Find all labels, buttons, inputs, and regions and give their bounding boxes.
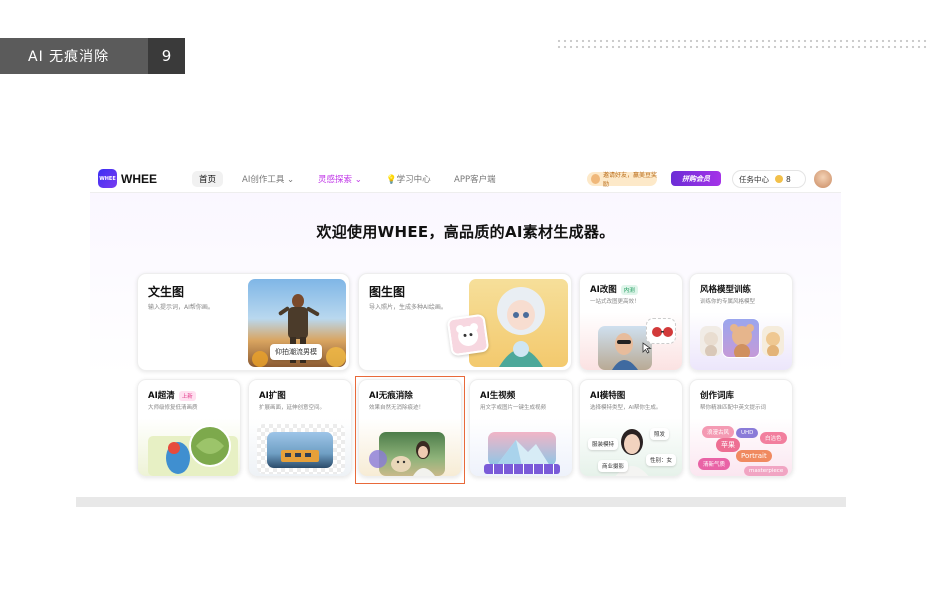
card-desc: 一站式改图更高效！ (590, 299, 640, 305)
bear-art (448, 315, 488, 355)
user-avatar[interactable] (814, 170, 832, 188)
nav-ai-tools[interactable]: AI创作工具 ⌄ (242, 165, 294, 193)
new-badge: 上新 (178, 390, 196, 401)
prompt-chip[interactable]: Portrait (736, 450, 772, 462)
slide-section-title: AI 无痕消除 (0, 38, 148, 74)
beta-badge: 内测 (620, 284, 638, 295)
task-center-button[interactable]: 任务中心 8 (732, 170, 806, 188)
card-ai-edit[interactable]: AI改图 内测 一站式改图更高效！ (579, 273, 683, 371)
card-image-to-image[interactable]: 图生图 导入照片，生成多种AI绘画。 (358, 273, 572, 371)
toy-bear-art (730, 324, 754, 357)
parrot-upscale-art (148, 425, 238, 476)
prompt-chip[interactable]: 白洁色 (760, 432, 787, 444)
nav-inspiration[interactable]: 灵感探索 ⌄ (318, 165, 362, 193)
nav-home[interactable]: 首页 (192, 171, 224, 187)
card-desc: 大师级修复低清画质 (148, 405, 198, 411)
invite-banner[interactable]: 邀请好友，赢美豆奖励 (587, 172, 658, 188)
card-ai-video[interactable]: AI生视频 用文字或图片一键生成视频 (469, 379, 573, 477)
cursor-icon (642, 342, 652, 354)
selected-card-highlight (355, 376, 465, 484)
card-title: AI超清 上新 (148, 389, 196, 401)
nav-learning-center[interactable]: 💡学习中心 (386, 165, 431, 193)
card-text-to-image[interactable]: 文生图 输入提示词，AI帮你画。 仰拍潮流男模 (137, 273, 350, 371)
card-desc: 选择模特类型，AI帮你生成。 (590, 405, 662, 411)
bean-icon (775, 175, 783, 183)
tag-gender: 性别：女 (646, 454, 677, 466)
prompt-chip[interactable]: 苹果 (716, 438, 740, 452)
card-desc: 导入照片，生成多种AI绘画。 (369, 304, 447, 311)
train-art (281, 450, 319, 462)
card-desc: 帮你精准匹配中英文提示词 (700, 405, 767, 411)
bean-count: 8 (786, 174, 791, 184)
iceberg-art (496, 440, 550, 466)
screenshot-shadow (76, 497, 846, 507)
tag-hair: 照发 (650, 428, 670, 440)
task-label: 任务中心 (739, 174, 769, 184)
caption-tag: 仰拍潮流男模 (270, 344, 322, 360)
sunglasses-icon (652, 327, 673, 337)
card-title: AI改图 内测 (590, 283, 638, 295)
vip-button[interactable]: 拼购会员 (671, 171, 721, 186)
card-title: AI模特图 (590, 391, 626, 401)
slide-page-number: 9 (148, 38, 185, 74)
main-content: 欢迎使用WHEE，高品质的AI素材生成器。 文生图 输入提示词，AI帮你画。 仰… (90, 193, 841, 497)
card-title: 文生图 (148, 285, 185, 299)
style-sample-3 (762, 326, 784, 356)
tag-commercial-photo: 商业摄影 (598, 460, 629, 472)
train-landscape-image (267, 432, 333, 468)
card-desc: 输入提示词，AI帮你画。 (148, 304, 214, 311)
prompt-chip[interactable]: UHD (736, 428, 759, 438)
slide: AI 无痕消除 9 WHEE WHEE 首页 AI创作工具 ⌄ 灵感探索 ⌄ 💡… (0, 0, 930, 600)
top-nav: WHEE WHEE 首页 AI创作工具 ⌄ 灵感探索 ⌄ 💡学习中心 APP客户… (90, 165, 841, 193)
card-style-model-training[interactable]: 风格模型训练 训练你的专属风格模型 (689, 273, 793, 371)
toy-bear-art (704, 332, 718, 356)
card-prompt-library[interactable]: 创作词库 帮你精准匹配中英文提示词 浪漫古风 UHD 苹果 白洁色 Portra… (689, 379, 793, 477)
nav-app-client[interactable]: APP客户端 (454, 165, 496, 193)
sunglasses-sticker (646, 318, 676, 344)
prompt-chip[interactable]: 浪漫古风 (702, 426, 735, 438)
invite-label: 邀请好友，赢美豆奖励 (603, 172, 658, 188)
logo-text: WHEE (121, 171, 157, 186)
card-ai-expand[interactable]: AI扩图 扩展画面，延伸创意空间。 (248, 379, 352, 477)
iceberg-image (488, 432, 556, 466)
tag-clothing-model: 服装模特 (588, 438, 619, 450)
prompt-chip[interactable]: masterpiece (744, 466, 789, 476)
card-ai-model-photo[interactable]: AI模特图 选择模特类型，AI帮你生成。 照发 服装模特 性别：女 商业摄影 (579, 379, 683, 477)
reference-photo-thumb (446, 313, 490, 357)
card-desc: 扩展画面，延伸创意空间。 (259, 405, 326, 411)
prompt-chip[interactable]: 清新气质 (698, 458, 731, 470)
card-desc: 训练你的专属风格模型 (700, 299, 756, 305)
toy-bear-art (766, 332, 780, 356)
card-title: 图生图 (369, 285, 406, 299)
logo[interactable]: WHEE WHEE (98, 169, 157, 188)
decorative-dot-pattern (556, 38, 930, 50)
page-headline: 欢迎使用WHEE，高品质的AI素材生成器。 (316, 223, 615, 241)
video-timeline (484, 464, 560, 474)
logo-icon: WHEE (98, 169, 117, 188)
card-title: 创作词库 (700, 391, 735, 401)
card-title: AI扩图 (259, 391, 286, 401)
card-ai-upscale[interactable]: AI超清 上新 大师级修复低清画质 (137, 379, 241, 477)
whee-homepage-screenshot: WHEE WHEE 首页 AI创作工具 ⌄ 灵感探索 ⌄ 💡学习中心 APP客户… (90, 165, 841, 497)
card-title: 风格模型训练 (700, 285, 752, 295)
card-title: AI生视频 (480, 391, 516, 401)
style-sample-2 (722, 318, 760, 358)
card-desc: 用文字或图片一键生成视频 (480, 405, 547, 411)
gift-icon (591, 174, 600, 184)
style-sample-1 (700, 326, 722, 356)
